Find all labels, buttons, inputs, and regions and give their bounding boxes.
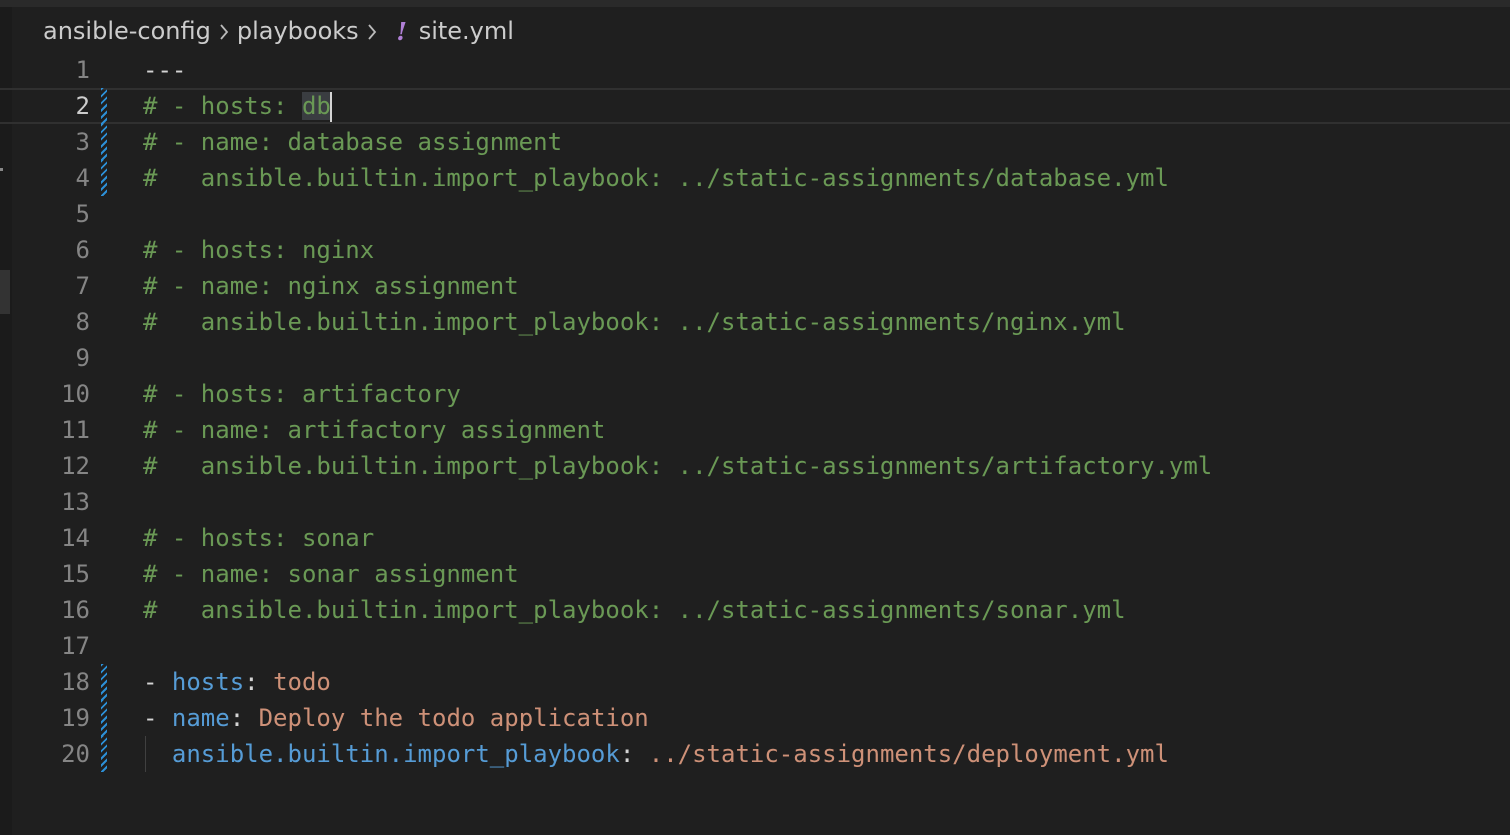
code-text: # - name: database assignment (143, 124, 562, 160)
code-token: # - name: artifactory assignment (143, 416, 606, 444)
code-text: - name: Deploy the todo application (143, 700, 649, 736)
code-token: : (619, 740, 649, 768)
code-text: # - hosts: db (143, 88, 332, 124)
yaml-file-icon: ! (396, 16, 407, 46)
code-text: # - hosts: nginx (143, 232, 374, 268)
code-line[interactable]: 14 # - hosts: sonar (0, 520, 1510, 556)
code-text: # - hosts: sonar (143, 520, 374, 556)
code-token: : (229, 704, 259, 732)
line-number: 10 (61, 380, 90, 408)
breadcrumb-folder-playbooks[interactable]: playbooks (237, 17, 359, 45)
code-line[interactable]: 9 (0, 340, 1510, 376)
line-number: 16 (61, 596, 90, 624)
line-number: 6 (75, 236, 90, 264)
code-token: Deploy the todo application (258, 704, 649, 732)
code-token: # - name: nginx assignment (143, 272, 519, 300)
line-number: 5 (75, 200, 90, 228)
chevron-right-icon (211, 17, 237, 45)
code-token: name (171, 704, 230, 732)
line-number: 18 (61, 668, 90, 696)
code-token: - (143, 704, 172, 732)
code-text: # - name: artifactory assignment (143, 412, 605, 448)
diff-modified-marker[interactable] (101, 160, 107, 196)
top-border (0, 0, 1510, 7)
line-number: 20 (61, 740, 90, 768)
code-line[interactable]: 10 # - hosts: artifactory (0, 376, 1510, 412)
code-token: : (244, 668, 274, 696)
code-token: # - name: database assignment (143, 128, 563, 156)
code-token: hosts (171, 668, 245, 696)
code-line[interactable]: 17 (0, 628, 1510, 664)
code-text: # - name: nginx assignment (143, 268, 519, 304)
code-token: ../static-assignments/deployment.yml (648, 740, 1169, 768)
line-number: 2 (75, 92, 90, 120)
diff-modified-marker[interactable] (101, 700, 107, 736)
code-text: # ansible.builtin.import_playbook: ../st… (143, 304, 1126, 340)
code-token: # ansible.builtin.import_playbook: ../st… (143, 164, 1169, 192)
code-text: # ansible.builtin.import_playbook: ../st… (143, 160, 1169, 196)
breadcrumb-file-site-yml[interactable]: site.yml (419, 17, 514, 45)
code-token: ansible.builtin.import_playbook (171, 740, 620, 768)
code-line[interactable]: 1 --- (0, 52, 1510, 88)
diff-modified-marker[interactable] (101, 736, 107, 772)
line-number: 4 (75, 164, 90, 192)
text-cursor (329, 92, 332, 122)
code-line[interactable]: 20 ansible.builtin.import_playbook: ../s… (0, 736, 1510, 772)
code-token: # - hosts: nginx (143, 236, 375, 264)
line-number: 3 (75, 128, 90, 156)
code-line[interactable]: 6 # - hosts: nginx (0, 232, 1510, 268)
line-number: 13 (61, 488, 90, 516)
code-text: # - hosts: artifactory (143, 376, 461, 412)
line-number: 17 (61, 632, 90, 660)
diff-modified-marker[interactable] (101, 124, 107, 160)
code-line[interactable]: 2 # - hosts: db (0, 88, 1510, 124)
code-editor[interactable]: 1 --- 2 # - hosts: db 3 # - name: database as… (0, 52, 1510, 772)
diff-modified-marker[interactable] (101, 88, 107, 124)
code-token: # - hosts: artifactory (143, 380, 461, 408)
code-token: # - hosts: sonar (143, 524, 375, 552)
code-line[interactable]: 8 # ansible.builtin.import_playbook: ../s… (0, 304, 1510, 340)
code-line[interactable]: 4 # ansible.builtin.import_playbook: ../s… (0, 160, 1510, 196)
code-text: - hosts: todo (143, 664, 331, 700)
code-line[interactable]: 16 # ansible.builtin.import_playbook: ../… (0, 592, 1510, 628)
code-token: # ansible.builtin.import_playbook: ../st… (143, 452, 1213, 480)
line-number: 14 (61, 524, 90, 552)
code-line[interactable]: 15 # - name: sonar assignment (0, 556, 1510, 592)
code-line[interactable]: 3 # - name: database assignment (0, 124, 1510, 160)
code-line[interactable]: 11 # - name: artifactory assignment (0, 412, 1510, 448)
code-token: # - hosts: (143, 92, 302, 120)
line-number: 1 (75, 56, 90, 84)
code-line[interactable]: 19 - name: Deploy the todo application (0, 700, 1510, 736)
breadcrumb-folder-ansible-config[interactable]: ansible-config (43, 17, 211, 45)
line-number: 15 (61, 560, 90, 588)
code-token: todo (273, 668, 331, 696)
code-line[interactable]: 13 (0, 484, 1510, 520)
code-text: ansible.builtin.import_playbook: ../stat… (143, 736, 1169, 772)
breadcrumb: ansible-config playbooks ! site.yml (43, 14, 514, 48)
line-number: 12 (61, 452, 90, 480)
code-token: --- (143, 56, 187, 84)
code-text: # - name: sonar assignment (143, 556, 519, 592)
selection-highlight: db (301, 92, 331, 120)
code-line[interactable]: 5 (0, 196, 1510, 232)
line-number: 8 (75, 308, 90, 336)
line-number: 19 (61, 704, 90, 732)
diff-modified-marker[interactable] (101, 664, 107, 700)
code-token: - (143, 668, 172, 696)
code-line[interactable]: 12 # ansible.builtin.import_playbook: ../… (0, 448, 1510, 484)
code-token: # - name: sonar assignment (143, 560, 519, 588)
code-text: # ansible.builtin.import_playbook: ../st… (143, 448, 1212, 484)
line-number: 11 (61, 416, 90, 444)
code-line[interactable]: 18 - hosts: todo (0, 664, 1510, 700)
code-line[interactable]: 7 # - name: nginx assignment (0, 268, 1510, 304)
chevron-right-icon (359, 17, 385, 45)
code-token: # ansible.builtin.import_playbook: ../st… (143, 596, 1126, 624)
code-text: # ansible.builtin.import_playbook: ../st… (143, 592, 1126, 628)
code-token: # ansible.builtin.import_playbook: ../st… (143, 308, 1126, 336)
line-number: 7 (75, 272, 90, 300)
line-number: 9 (75, 344, 90, 372)
code-text: --- (143, 52, 186, 88)
